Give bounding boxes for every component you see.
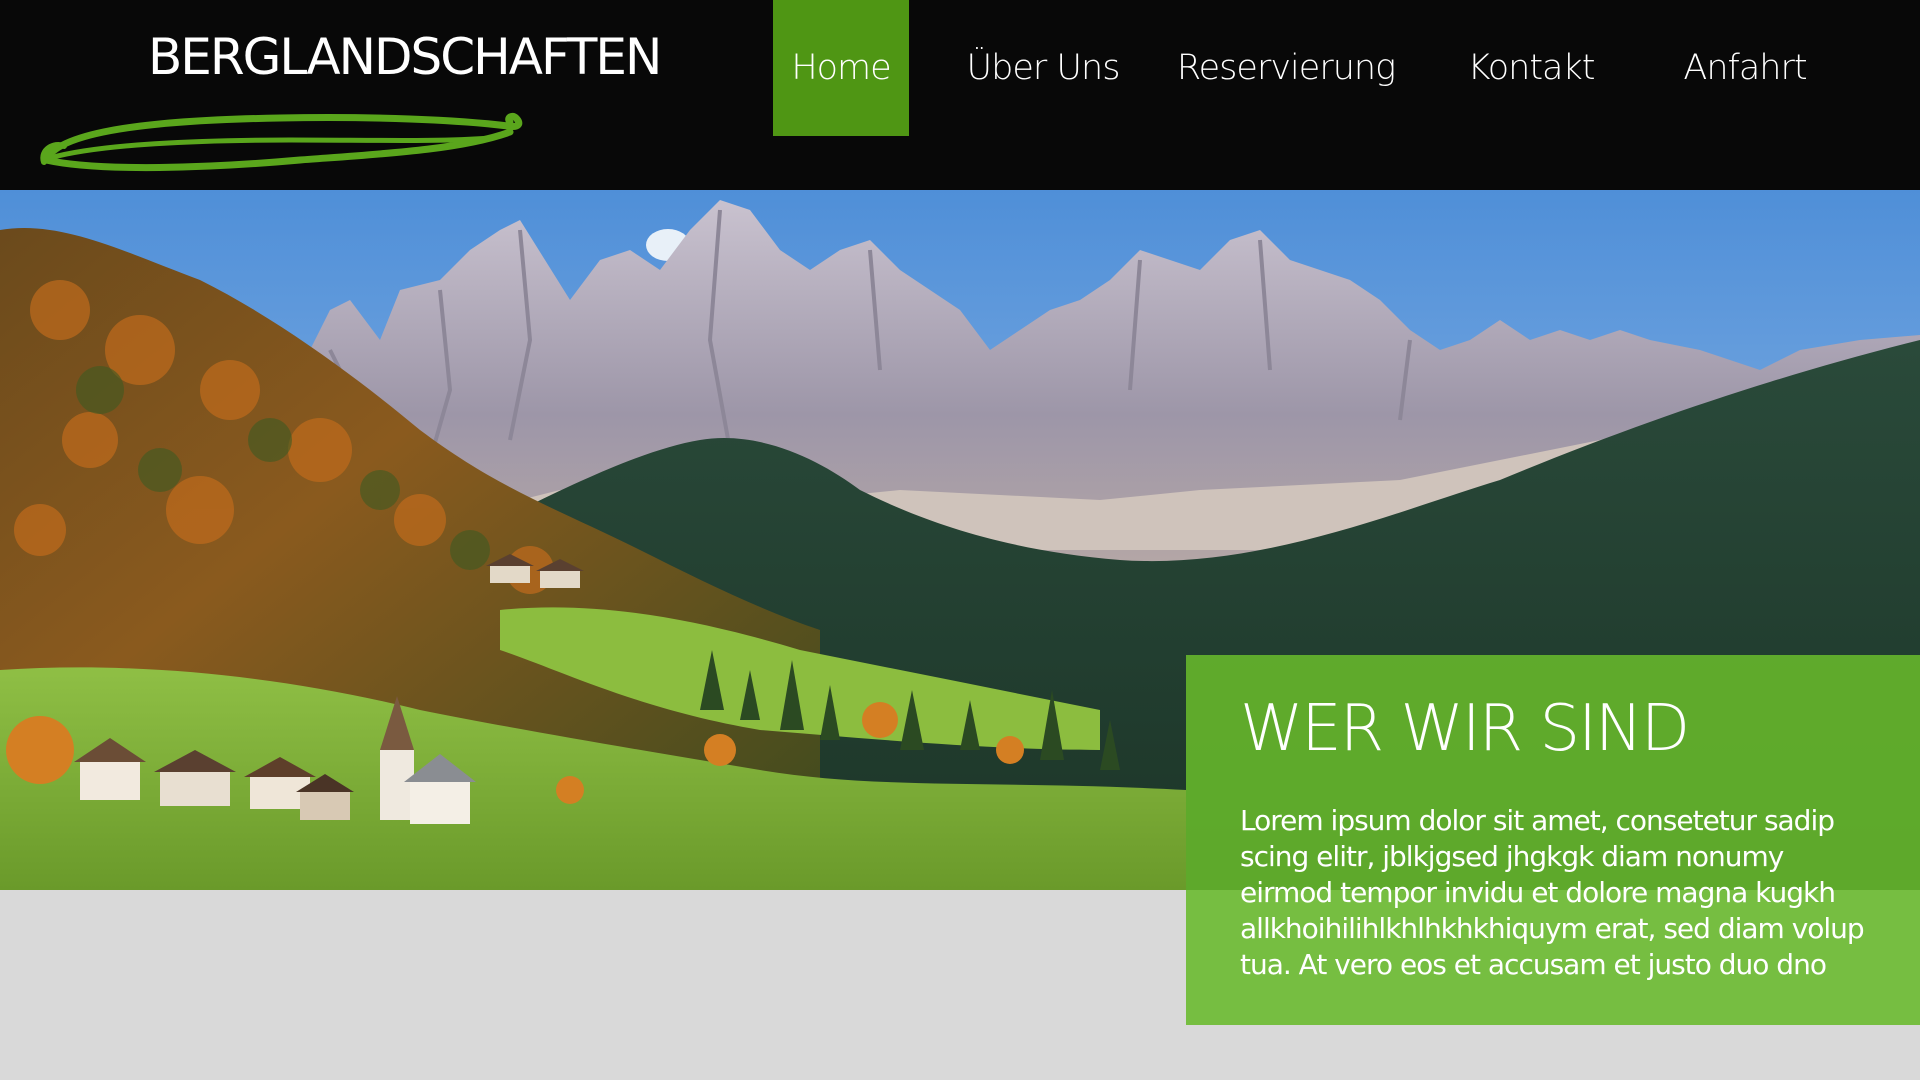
logo-text: BERGLANDSCHAFTEN	[148, 28, 662, 86]
nav-ueber-uns[interactable]: Über Uns	[950, 0, 1136, 136]
site-logo[interactable]: BERGLANDSCHAFTEN	[40, 22, 662, 172]
info-text: Lorem ipsum dolor sit amet, consetetur s…	[1240, 804, 1865, 981]
about-info-box: WER WIR SIND Lorem ipsum dolor sit amet,…	[1186, 655, 1920, 1025]
nav-kontakt[interactable]: Kontakt	[1456, 0, 1606, 136]
nav-home[interactable]: Home	[773, 0, 909, 136]
nav-anfahrt[interactable]: Anfahrt	[1670, 0, 1820, 136]
site-header: BERGLANDSCHAFTEN Home Über Uns Reservier…	[0, 0, 1920, 190]
logo-swoosh-icon	[40, 112, 523, 172]
info-title: WER WIR SIND	[1240, 692, 1690, 766]
nav-reservierung[interactable]: Reservierung	[1176, 0, 1396, 136]
